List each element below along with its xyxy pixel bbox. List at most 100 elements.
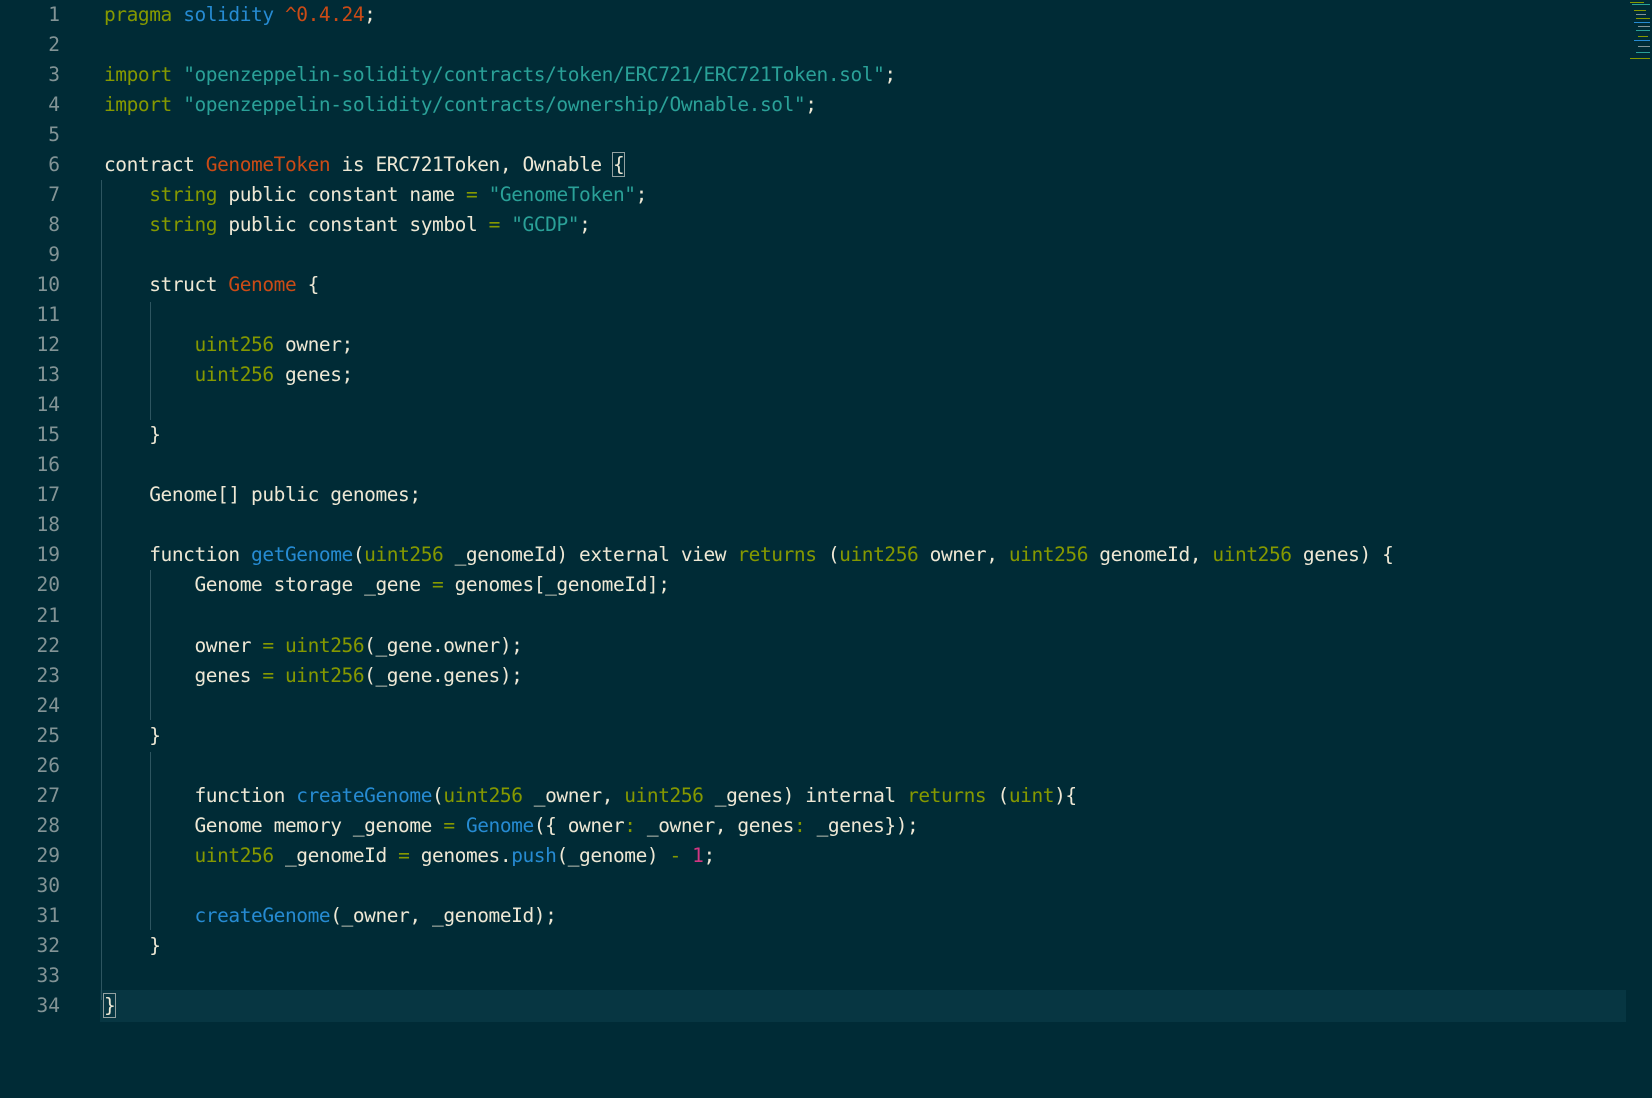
code-line[interactable]: 5 xyxy=(0,119,1626,151)
code-line[interactable]: 25 } xyxy=(0,720,1626,752)
line-number: 11 xyxy=(36,303,60,326)
code-token: genomes. xyxy=(409,843,512,867)
code-text[interactable]: Genome memory _genome = Genome({ owner: … xyxy=(104,810,918,842)
indent-guide xyxy=(150,752,151,930)
code-token: (_gene.genes); xyxy=(364,663,523,687)
indent-guide xyxy=(150,570,151,720)
code-line[interactable]: 27 function createGenome(uint256 _owner,… xyxy=(0,780,1626,812)
code-token: "GCDP" xyxy=(511,212,580,236)
code-token: uint xyxy=(1008,783,1055,807)
code-line[interactable]: 31 createGenome(_owner, _genomeId); xyxy=(0,900,1626,932)
code-token: ; xyxy=(364,2,376,26)
code-line[interactable]: 12 uint256 owner; xyxy=(0,329,1626,361)
code-token: push xyxy=(511,843,557,867)
minimap-line xyxy=(1638,46,1650,47)
line-number: 9 xyxy=(48,242,60,266)
line-number: 27 xyxy=(36,783,60,807)
code-text[interactable]: } xyxy=(104,930,161,962)
line-number: 30 xyxy=(36,873,60,897)
code-text[interactable]: Genome[] public genomes; xyxy=(104,479,421,511)
line-number: 5 xyxy=(48,122,60,146)
code-text[interactable]: uint256 owner; xyxy=(104,329,353,361)
code-token: import xyxy=(104,92,172,116)
minimap-line xyxy=(1638,36,1648,37)
code-token: (_gene.owner); xyxy=(364,633,523,657)
code-line[interactable]: 32 } xyxy=(0,930,1626,962)
code-line[interactable]: 14 xyxy=(0,389,1626,421)
code-token: Genome xyxy=(228,272,297,296)
code-line[interactable]: 10 struct Genome { xyxy=(0,269,1626,301)
code-line[interactable]: 17 Genome[] public genomes; xyxy=(0,479,1626,511)
code-line[interactable]: 1 pragma solidity ^0.4.24; xyxy=(0,0,1626,30)
code-text[interactable]: owner = uint256(_gene.owner); xyxy=(104,630,522,662)
code-line[interactable]: 2 xyxy=(0,29,1626,61)
code-text[interactable]: uint256 genes; xyxy=(104,359,353,391)
code-token: uint256 xyxy=(624,783,704,807)
code-line[interactable]: 9 xyxy=(0,239,1626,271)
code-text[interactable]: } xyxy=(104,419,161,451)
code-line[interactable]: 8 string public constant symbol = "GCDP"… xyxy=(0,209,1626,241)
minimap-line xyxy=(1638,26,1650,27)
minimap-line xyxy=(1630,2,1644,3)
code-token: ){ xyxy=(1054,783,1077,807)
code-line[interactable]: 6 contract GenomeToken is ERC721Token, Ow… xyxy=(0,149,1626,181)
code-line[interactable]: 33 xyxy=(0,960,1626,992)
code-text[interactable]: } xyxy=(104,720,161,752)
code-text[interactable]: createGenome(_owner, _genomeId); xyxy=(104,900,556,932)
code-text[interactable]: pragma solidity ^0.4.24; xyxy=(104,0,376,30)
code-text[interactable]: struct Genome { xyxy=(104,269,319,301)
code-text[interactable]: string public constant symbol = "GCDP"; xyxy=(104,209,591,241)
code-line[interactable]: 13 uint256 genes; xyxy=(0,359,1626,391)
line-number: 19 xyxy=(36,543,60,567)
code-token: : xyxy=(624,813,636,837)
code-line[interactable]: 34} xyxy=(0,990,1626,1022)
code-token: ; xyxy=(805,92,817,116)
indent-guide xyxy=(101,180,102,1000)
code-line[interactable]: 28 Genome memory _genome = Genome({ owne… xyxy=(0,810,1626,842)
code-line[interactable]: 24 xyxy=(0,690,1626,722)
minimap[interactable] xyxy=(1626,0,1652,70)
code-line[interactable]: 15 } xyxy=(0,419,1626,451)
code-line[interactable]: 26 xyxy=(0,750,1626,782)
code-text[interactable]: contract GenomeToken is ERC721Token, Own… xyxy=(104,149,626,181)
minimap-line xyxy=(1634,40,1650,41)
code-line[interactable]: 18 xyxy=(0,509,1626,541)
code-text[interactable]: function createGenome(uint256 _owner, ui… xyxy=(104,780,1077,812)
code-token: uint256 xyxy=(364,543,444,567)
code-line[interactable]: 4 import "openzeppelin-solidity/contracts… xyxy=(0,89,1626,121)
code-text[interactable]: } xyxy=(102,990,117,1022)
code-token: } xyxy=(104,723,161,747)
code-text[interactable]: Genome storage _gene = genomes[_genomeId… xyxy=(104,569,669,601)
code-line[interactable]: 19 function getGenome(uint256 _genomeId)… xyxy=(0,539,1626,571)
code-text[interactable]: uint256 _genomeId = genomes.push(_genome… xyxy=(104,840,715,872)
code-line[interactable]: 21 xyxy=(0,600,1626,632)
code-token: pragma xyxy=(104,2,172,26)
code-token: ( xyxy=(432,783,444,807)
minimap-line xyxy=(1630,58,1650,59)
code-line[interactable]: 30 xyxy=(0,870,1626,902)
code-line[interactable]: 7 string public constant name = "GenomeT… xyxy=(0,179,1626,211)
code-line[interactable]: 29 uint256 _genomeId = genomes.push(_gen… xyxy=(0,840,1626,872)
current-line-highlight xyxy=(100,990,1626,1022)
code-text[interactable]: function getGenome(uint256 _genomeId) ex… xyxy=(104,539,1394,571)
code-text[interactable]: genes = uint256(_gene.genes); xyxy=(104,660,522,692)
code-editor[interactable]: 1 pragma solidity ^0.4.24; 2 3 import "openz… xyxy=(0,0,1652,1098)
code-line[interactable]: 23 genes = uint256(_gene.genes); xyxy=(0,660,1626,692)
code-line[interactable]: 22 owner = uint256(_gene.owner); xyxy=(0,630,1626,662)
code-text[interactable]: import "openzeppelin-solidity/contracts/… xyxy=(104,89,817,121)
code-token: returns xyxy=(737,543,817,567)
code-token: = xyxy=(465,182,478,206)
code-text[interactable]: string public constant name = "GenomeTok… xyxy=(104,179,647,211)
code-token: public constant name xyxy=(217,182,466,206)
line-number: 15 xyxy=(36,423,60,447)
code-token: = xyxy=(488,212,501,236)
line-number: 23 xyxy=(36,663,60,687)
code-text[interactable]: import "openzeppelin-solidity/contracts/… xyxy=(104,59,896,91)
code-line[interactable]: 20 Genome storage _gene = genomes[_genom… xyxy=(0,569,1626,601)
code-line[interactable]: 11 xyxy=(0,299,1626,331)
code-line[interactable]: 3 import "openzeppelin-solidity/contracts… xyxy=(0,59,1626,91)
code-line[interactable]: 16 xyxy=(0,449,1626,481)
